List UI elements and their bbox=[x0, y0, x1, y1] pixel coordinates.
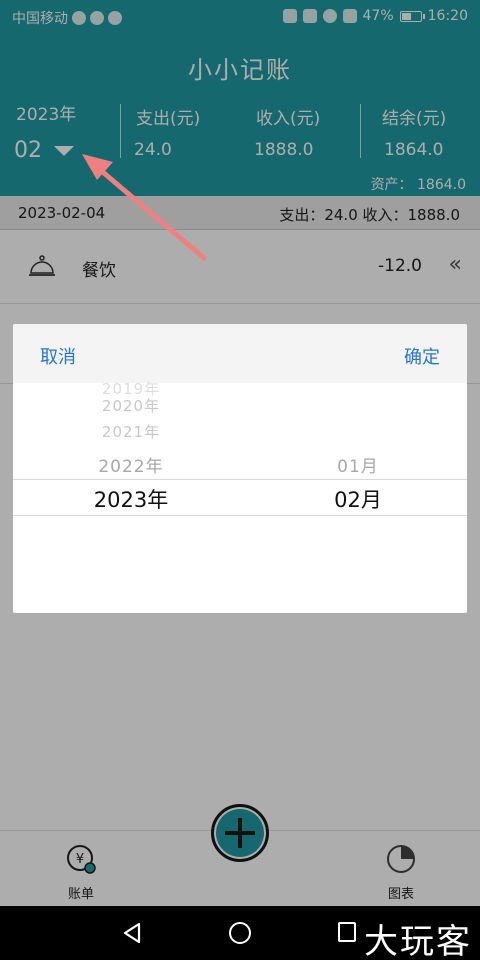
picker-selected-month[interactable]: 02月 bbox=[288, 484, 428, 514]
system-nav-bar: 大玩客 bbox=[0, 906, 480, 960]
picker-year-option[interactable]: 2021年 bbox=[61, 421, 201, 442]
picker-selected-year[interactable]: 2023年 bbox=[61, 484, 201, 514]
watermark: 大玩客 bbox=[364, 922, 472, 960]
picker-selection-line bbox=[13, 479, 467, 480]
dialog-header: 取消 确定 bbox=[13, 324, 467, 383]
date-picker-dialog: 取消 确定 2019年 2020年 2021年 2022年 01月 2023年 … bbox=[13, 324, 467, 613]
home-icon[interactable] bbox=[229, 922, 251, 944]
back-icon[interactable] bbox=[122, 922, 142, 944]
picker-year-option[interactable]: 2022年 bbox=[61, 452, 201, 477]
picker-selection-line bbox=[13, 515, 467, 516]
picker-month-option[interactable]: 01月 bbox=[288, 452, 428, 477]
recent-apps-icon[interactable] bbox=[338, 922, 356, 942]
picker-year-option[interactable]: 2020年 bbox=[61, 395, 201, 416]
cancel-button[interactable]: 取消 bbox=[40, 343, 76, 369]
confirm-button[interactable]: 确定 bbox=[404, 343, 440, 369]
